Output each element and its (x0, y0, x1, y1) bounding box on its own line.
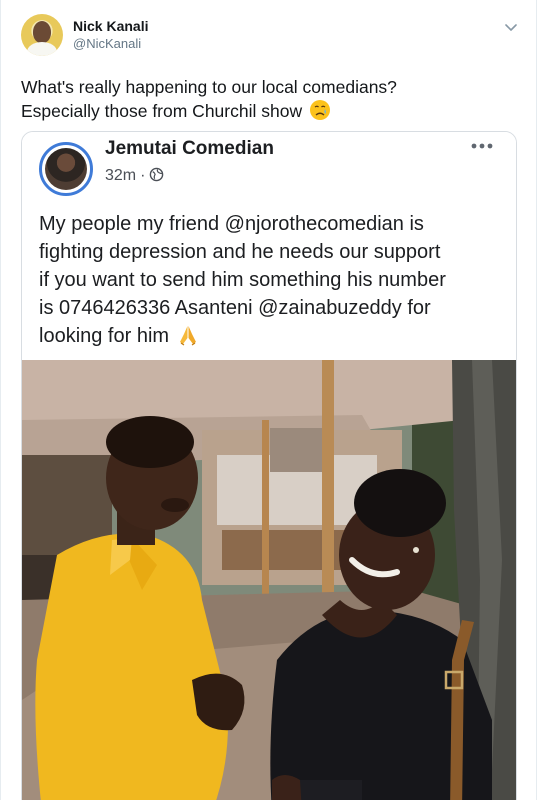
folded-hands-emoji-icon (179, 326, 196, 346)
fb-post-line: if you want to send him something his nu… (39, 269, 446, 291)
fb-post-time[interactable]: 32m (105, 167, 136, 184)
globe-icon (150, 167, 164, 182)
crying-face-emoji-icon (309, 100, 330, 120)
author-avatar[interactable] (21, 14, 63, 56)
fb-post-header: Jemutai Comedian 32m · My people my frien… (22, 132, 516, 360)
tweet-text-line: Especially those from Churchil show (21, 101, 303, 121)
author-name[interactable]: Nick Kanali (73, 18, 148, 34)
tweet-text: What's really happening to our local com… (21, 75, 521, 123)
meta-separator: · (140, 167, 146, 184)
fb-post-line-5: looking for him (39, 322, 509, 350)
author-handle[interactable]: @NicKanali (73, 36, 141, 51)
tweet-text-line-2: Especially those from Churchil show (21, 99, 521, 123)
fb-post-meta: 32m · (105, 167, 164, 185)
fb-post-text: My people my friend @njorothecomedian is… (39, 210, 509, 350)
fb-post-line: is 0746426336 Asanteni @zainabuzeddy for (39, 297, 431, 319)
embedded-facebook-post[interactable]: Jemutai Comedian 32m · My people my frien… (21, 131, 517, 800)
tweet-card: Nick Kanali @NicKanali What's really hap… (0, 0, 537, 800)
fb-post-line: fighting depression and he needs our sup… (39, 241, 441, 263)
fb-post-line: looking for him (39, 325, 170, 347)
tweet-text-line: What's really happening to our local com… (21, 77, 397, 97)
chevron-down-icon[interactable] (502, 18, 520, 36)
post-photo[interactable] (22, 360, 517, 800)
fb-page-avatar[interactable] (39, 142, 93, 196)
fb-post-line: My people my friend @njorothecomedian is (39, 213, 424, 235)
fb-page-name[interactable]: Jemutai Comedian (105, 138, 274, 160)
more-options-icon[interactable] (470, 140, 494, 152)
tweet-author-row: Nick Kanali @NicKanali (21, 14, 520, 62)
